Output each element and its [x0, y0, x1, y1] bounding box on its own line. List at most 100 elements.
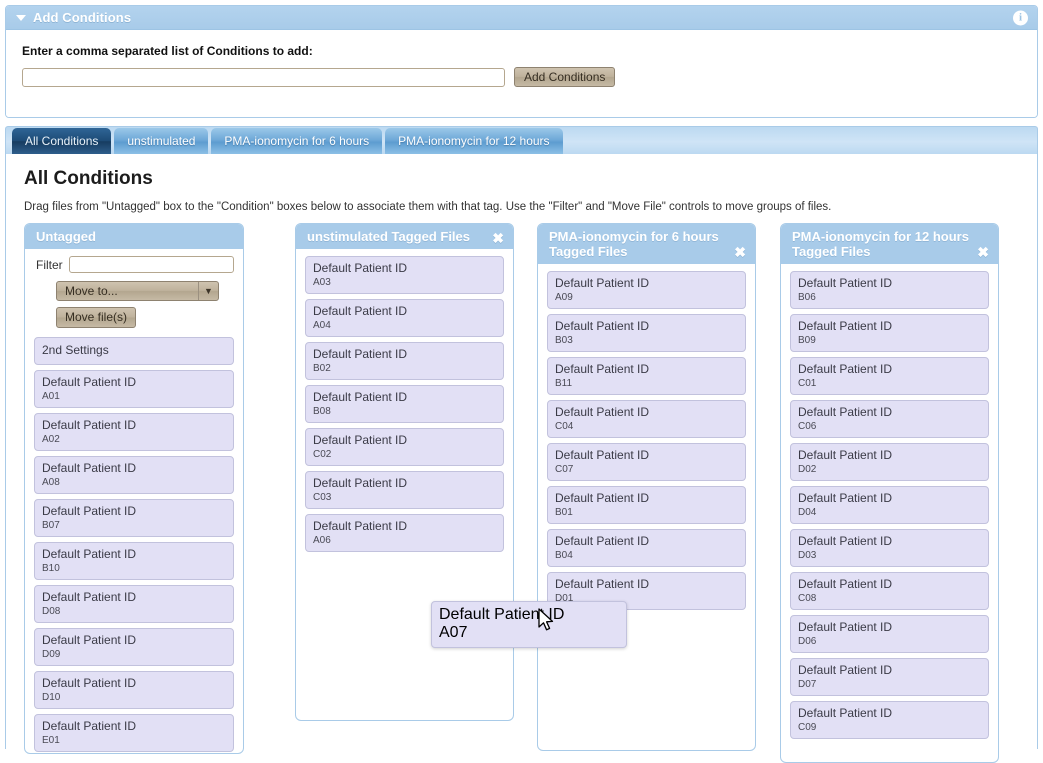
- list-item[interactable]: Default Patient ID D03: [790, 529, 989, 567]
- file-title: Default Patient ID: [313, 433, 496, 448]
- file-subtitle: B09: [798, 334, 981, 347]
- move-files-button[interactable]: Move file(s): [56, 307, 136, 328]
- tab-pma-12-hours[interactable]: PMA-ionomycin for 12 hours: [385, 128, 562, 154]
- list-item[interactable]: Default Patient ID D07: [790, 658, 989, 696]
- file-title: Default Patient ID: [798, 534, 981, 549]
- dragged-file-item[interactable]: Default Patient ID A07: [431, 601, 627, 648]
- file-subtitle: B03: [555, 334, 738, 347]
- close-icon[interactable]: ✖: [492, 231, 504, 245]
- file-subtitle: B10: [42, 562, 226, 575]
- tab-bar: All Conditions unstimulated PMA-ionomyci…: [5, 126, 1038, 154]
- list-item[interactable]: Default Patient ID D02: [790, 443, 989, 481]
- caret-down-icon[interactable]: [16, 15, 26, 21]
- list-item[interactable]: Default Patient ID C09: [790, 701, 989, 739]
- list-item[interactable]: Default Patient ID A02: [34, 413, 234, 451]
- file-subtitle: A09: [555, 291, 738, 304]
- list-item[interactable]: Default Patient ID D10: [34, 671, 234, 709]
- list-item[interactable]: Default Patient ID B10: [34, 542, 234, 580]
- move-to-select[interactable]: Move to... ▼: [56, 281, 219, 301]
- list-item[interactable]: Default Patient ID C08: [790, 572, 989, 610]
- list-item[interactable]: Default Patient ID A01: [34, 370, 234, 408]
- list-item[interactable]: Default Patient ID B08: [305, 385, 504, 423]
- file-title: Default Patient ID: [798, 577, 981, 592]
- file-subtitle: C04: [555, 420, 738, 433]
- tagged-column-pma-6-hours: PMA-ionomycin for 6 hours Tagged Files ✖…: [537, 223, 756, 751]
- list-item[interactable]: Default Patient ID C02: [305, 428, 504, 466]
- file-subtitle: D09: [42, 648, 226, 661]
- list-item[interactable]: Default Patient ID B04: [547, 529, 746, 567]
- add-conditions-button[interactable]: Add Conditions: [514, 67, 615, 87]
- list-item[interactable]: Default Patient ID A03: [305, 256, 504, 294]
- list-item[interactable]: Default Patient ID A08: [34, 456, 234, 494]
- file-title: Default Patient ID: [555, 491, 738, 506]
- file-title: Default Patient ID: [439, 606, 619, 624]
- tagged-column-body[interactable]: Default Patient ID B06 Default Patient I…: [781, 264, 998, 752]
- list-item[interactable]: 2nd Settings: [34, 337, 234, 365]
- file-title: Default Patient ID: [798, 491, 981, 506]
- list-item[interactable]: Default Patient ID D04: [790, 486, 989, 524]
- file-title: Default Patient ID: [798, 276, 981, 291]
- list-item[interactable]: Default Patient ID B03: [547, 314, 746, 352]
- list-item[interactable]: Default Patient ID D06: [790, 615, 989, 653]
- close-icon[interactable]: ✖: [734, 245, 746, 259]
- list-item[interactable]: Default Patient ID E01: [34, 714, 234, 752]
- file-subtitle: D06: [798, 635, 981, 648]
- list-item[interactable]: Default Patient ID D08: [34, 585, 234, 623]
- conditions-input[interactable]: [22, 68, 505, 87]
- tagged-column-body[interactable]: Default Patient ID A09 Default Patient I…: [538, 264, 755, 623]
- file-title: Default Patient ID: [42, 547, 226, 562]
- file-title: Default Patient ID: [42, 418, 226, 433]
- close-icon[interactable]: ✖: [977, 245, 989, 259]
- file-subtitle: C07: [555, 463, 738, 476]
- list-item[interactable]: Default Patient ID C07: [547, 443, 746, 481]
- list-item[interactable]: Default Patient ID C06: [790, 400, 989, 438]
- file-subtitle: C09: [798, 721, 981, 734]
- list-item[interactable]: Default Patient ID A04: [305, 299, 504, 337]
- tab-unstimulated[interactable]: unstimulated: [114, 128, 208, 154]
- file-title: Default Patient ID: [555, 276, 738, 291]
- list-item[interactable]: Default Patient ID C03: [305, 471, 504, 509]
- file-title: Default Patient ID: [555, 319, 738, 334]
- file-subtitle: B07: [42, 519, 226, 532]
- file-title: Default Patient ID: [798, 620, 981, 635]
- file-subtitle: C03: [313, 491, 496, 504]
- list-item[interactable]: Default Patient ID C01: [790, 357, 989, 395]
- untagged-column-title: Untagged: [36, 229, 96, 244]
- untagged-column-body[interactable]: Filter Move to... ▼ Move file(s) 2nd Set…: [25, 249, 243, 754]
- list-item[interactable]: Default Patient ID B01: [547, 486, 746, 524]
- list-item[interactable]: Default Patient ID B09: [790, 314, 989, 352]
- file-title: Default Patient ID: [313, 261, 496, 276]
- file-subtitle: D10: [42, 691, 226, 704]
- list-item[interactable]: Default Patient ID A09: [547, 271, 746, 309]
- list-item[interactable]: Default Patient ID B11: [547, 357, 746, 395]
- move-to-select-value: Move to...: [57, 284, 198, 298]
- list-item[interactable]: Default Patient ID C04: [547, 400, 746, 438]
- conditions-field-label: Enter a comma separated list of Conditio…: [22, 44, 1021, 58]
- list-item[interactable]: Default Patient ID B07: [34, 499, 234, 537]
- tagged-column-body[interactable]: Default Patient ID A03 Default Patient I…: [296, 249, 513, 565]
- tagged-column-header: PMA-ionomycin for 12 hours Tagged Files …: [781, 224, 998, 264]
- file-subtitle: B11: [555, 377, 738, 390]
- info-icon[interactable]: i: [1013, 10, 1028, 25]
- filter-input[interactable]: [69, 256, 234, 273]
- tagged-column-pma-12-hours: PMA-ionomycin for 12 hours Tagged Files …: [780, 223, 999, 763]
- list-item[interactable]: Default Patient ID D09: [34, 628, 234, 666]
- panel-header[interactable]: Add Conditions i: [6, 6, 1037, 30]
- page-title: All Conditions: [24, 168, 1023, 190]
- file-subtitle: C08: [798, 592, 981, 605]
- file-subtitle: A01: [42, 390, 226, 403]
- tab-pma-6-hours[interactable]: PMA-ionomycin for 6 hours: [211, 128, 382, 154]
- file-subtitle: A07: [439, 624, 619, 642]
- file-title: Default Patient ID: [42, 461, 226, 476]
- file-subtitle: D04: [798, 506, 981, 519]
- file-subtitle: D02: [798, 463, 981, 476]
- add-conditions-panel: Add Conditions i Enter a comma separated…: [5, 5, 1038, 118]
- list-item[interactable]: Default Patient ID A06: [305, 514, 504, 552]
- file-subtitle: B02: [313, 362, 496, 375]
- tab-all-conditions[interactable]: All Conditions: [12, 128, 111, 154]
- file-title: Default Patient ID: [555, 405, 738, 420]
- filter-label: Filter: [36, 258, 63, 272]
- list-item[interactable]: Default Patient ID B06: [790, 271, 989, 309]
- file-subtitle: A03: [313, 276, 496, 289]
- list-item[interactable]: Default Patient ID B02: [305, 342, 504, 380]
